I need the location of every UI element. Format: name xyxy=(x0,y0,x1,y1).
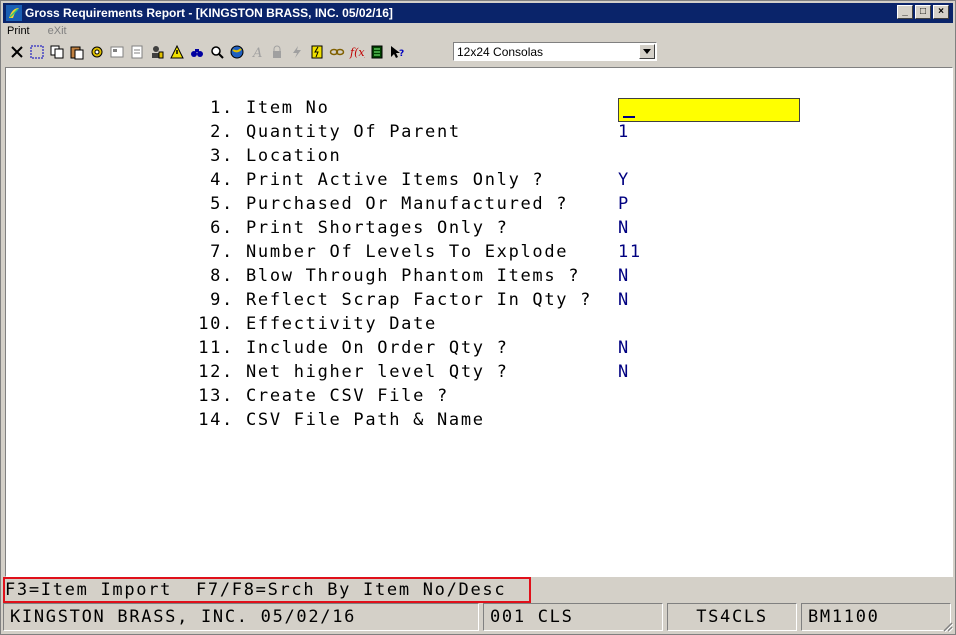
app-icon xyxy=(6,5,22,21)
field-label: Print Active Items Only ? xyxy=(246,170,545,190)
field-label: Net higher level Qty ? xyxy=(246,362,509,382)
field-value[interactable]: Y xyxy=(618,170,630,190)
field-number: 10. xyxy=(198,314,234,334)
field-value[interactable]: N xyxy=(618,290,630,310)
field-number: 12. xyxy=(198,362,234,382)
form-row: 9. Reflect Scrap Factor In Qty ? N xyxy=(6,290,952,314)
user-icon[interactable] xyxy=(147,42,167,62)
field-label: Item No xyxy=(246,98,330,118)
form-row: 6. Print Shortages Only ? N xyxy=(6,218,952,242)
form-row: 8. Blow Through Phantom Items ? N xyxy=(6,266,952,290)
font-size-select[interactable]: 12x24 Consolas xyxy=(453,42,657,61)
field-label: CSV File Path & Name xyxy=(246,410,485,430)
form-row: 12. Net higher level Qty ? N xyxy=(6,362,952,386)
field-label: Effectivity Date xyxy=(246,314,437,334)
field-label: Purchased Or Manufactured ? xyxy=(246,194,569,214)
svg-text:A: A xyxy=(252,46,262,60)
field-label: Reflect Scrap Factor In Qty ? xyxy=(246,290,593,310)
field-number: 13. xyxy=(198,386,234,406)
field-label: Include On Order Qty ? xyxy=(246,338,509,358)
field-value[interactable]: 11 xyxy=(618,242,642,262)
form-row: 1. Item No xyxy=(6,98,952,122)
field-number: 5. xyxy=(210,194,234,214)
form-row: 11. Include On Order Qty ? N xyxy=(6,338,952,362)
font-size-value: 12x24 Consolas xyxy=(457,44,544,59)
link-icon[interactable] xyxy=(327,42,347,62)
globe-icon[interactable] xyxy=(227,42,247,62)
close-button[interactable]: × xyxy=(933,5,949,19)
resize-grip-icon[interactable] xyxy=(941,620,953,632)
field-number: 9. xyxy=(210,290,234,310)
field-label: Location xyxy=(246,146,342,166)
maximize-button[interactable]: □ xyxy=(915,5,931,19)
form-row: 4. Print Active Items Only ? Y xyxy=(6,170,952,194)
flash-doc-icon[interactable] xyxy=(307,42,327,62)
field-label: Print Shortages Only ? xyxy=(246,218,509,238)
field-number: 2. xyxy=(210,122,234,142)
list-icon[interactable] xyxy=(367,42,387,62)
title-bar[interactable]: Gross Requirements Report - [KINGSTON BR… xyxy=(3,3,953,23)
svg-text:?: ? xyxy=(399,49,404,59)
window-title: Gross Requirements Report - [KINGSTON BR… xyxy=(25,6,393,20)
field-value[interactable]: P xyxy=(618,194,630,214)
field-value[interactable]: 1 xyxy=(618,122,630,142)
form-row: 13. Create CSV File ? xyxy=(6,386,952,410)
binoculars-icon[interactable] xyxy=(187,42,207,62)
form-row: 14. CSV File Path & Name xyxy=(6,410,952,434)
field-number: 3. xyxy=(210,146,234,166)
status-program: BM1100 xyxy=(801,603,951,631)
function-key-bar: F3=Item Import F7/F8=Srch By Item No/Des… xyxy=(3,577,953,603)
form-row: 3. Location xyxy=(6,146,952,170)
field-label: Quantity Of Parent xyxy=(246,122,461,142)
svg-text:f(x): f(x) xyxy=(349,46,365,59)
settings-icon[interactable] xyxy=(87,42,107,62)
copy-icon[interactable] xyxy=(47,42,67,62)
zoom-icon[interactable] xyxy=(207,42,227,62)
toolbar: A f(x) ? xyxy=(7,41,407,63)
field-value[interactable]: N xyxy=(618,362,630,382)
status-terminal: TS4CLS xyxy=(667,603,797,631)
close-x-icon[interactable] xyxy=(7,42,27,62)
form-row: 7. Number Of Levels To Explode 11 xyxy=(6,242,952,266)
menu-bar: Print eXit xyxy=(5,25,69,41)
field-number: 4. xyxy=(210,170,234,190)
paste-icon[interactable] xyxy=(67,42,87,62)
field-number: 8. xyxy=(210,266,234,286)
warning-icon[interactable] xyxy=(167,42,187,62)
minimize-button[interactable]: _ xyxy=(897,5,913,19)
select-icon[interactable] xyxy=(27,42,47,62)
lightning-icon[interactable] xyxy=(287,42,307,62)
properties-icon[interactable] xyxy=(107,42,127,62)
field-number: 7. xyxy=(210,242,234,262)
document-icon[interactable] xyxy=(127,42,147,62)
field-label: Number Of Levels To Explode xyxy=(246,242,569,262)
font-icon[interactable]: A xyxy=(247,42,267,62)
field-label: Blow Through Phantom Items ? xyxy=(246,266,581,286)
menu-print[interactable]: Print xyxy=(5,25,32,41)
form-row: 2. Quantity Of Parent 1 xyxy=(6,122,952,146)
status-company: KINGSTON BRASS, INC. 05/02/16 xyxy=(3,603,479,631)
highlight-annotation xyxy=(3,577,531,603)
lock-icon[interactable] xyxy=(267,42,287,62)
field-value[interactable]: N xyxy=(618,266,630,286)
function-icon[interactable]: f(x) xyxy=(347,42,367,62)
field-label: Create CSV File ? xyxy=(246,386,449,406)
app-window: Gross Requirements Report - [KINGSTON BR… xyxy=(0,0,956,635)
field-number: 14. xyxy=(198,410,234,430)
field-value[interactable]: N xyxy=(618,218,630,238)
form-row: 5. Purchased Or Manufactured ? P xyxy=(6,194,952,218)
field-number: 11. xyxy=(198,338,234,358)
menu-exit[interactable]: eXit xyxy=(46,25,69,41)
status-code: 001 CLS xyxy=(483,603,663,631)
chevron-down-icon[interactable] xyxy=(639,44,655,59)
field-number: 6. xyxy=(210,218,234,238)
field-value[interactable]: N xyxy=(618,338,630,358)
field-number: 1. xyxy=(210,98,234,118)
terminal-screen[interactable]: 1. Item No 2. Quantity Of Parent 1 3. Location… xyxy=(5,67,953,577)
status-bar: KINGSTON BRASS, INC. 05/02/16 001 CLS TS… xyxy=(3,603,953,633)
form-row: 10. Effectivity Date xyxy=(6,314,952,338)
help-icon[interactable]: ? xyxy=(387,42,407,62)
